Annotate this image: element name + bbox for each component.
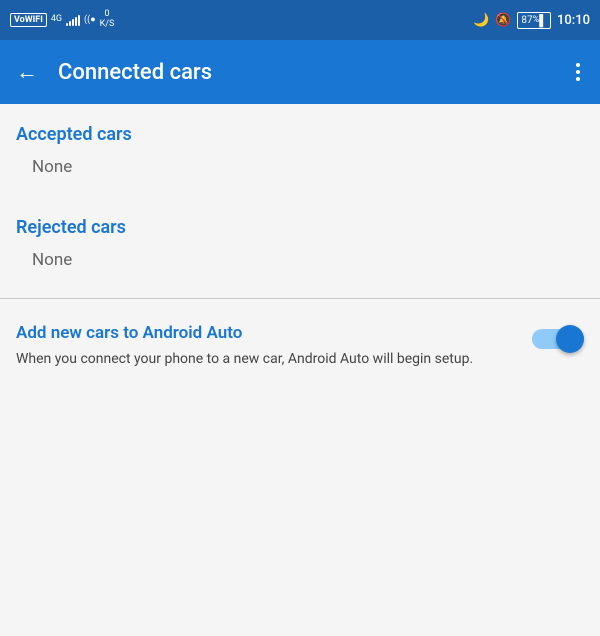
section-divider (0, 298, 600, 299)
page-title: Connected cars (58, 60, 212, 85)
toggle-text-area: Add new cars to Android Auto When you co… (16, 323, 516, 370)
time-display: 10:10 (557, 13, 590, 28)
status-bar: VoWIFI 4G ((● 0 K/S 🌙 🔕 87 % ▌ 10:10 (0, 0, 600, 40)
bell-icon: 🔕 (495, 13, 511, 28)
status-right: 🌙 🔕 87 % ▌ 10:10 (473, 12, 590, 29)
wifi-icon: ((● (84, 15, 96, 26)
more-dot-3 (576, 77, 580, 81)
battery-indicator: 87 % ▌ (517, 12, 551, 29)
signal-icon (66, 14, 80, 26)
signal-bar-2 (69, 21, 71, 26)
accepted-cars-value: None (32, 157, 584, 177)
app-bar-left: ← Connected cars (16, 59, 212, 85)
rejected-cars-title: Rejected cars (16, 217, 584, 238)
more-button[interactable] (572, 59, 584, 85)
rejected-cars-value: None (32, 250, 584, 270)
content-area: Accepted cars None Rejected cars None Ad… (0, 104, 600, 636)
toggle-title: Add new cars to Android Auto (16, 323, 516, 343)
signal-bar-4 (75, 17, 77, 26)
network-indicator: 4G (51, 15, 62, 25)
accepted-cars-section: Accepted cars None (0, 104, 600, 197)
toggle-description: When you connect your phone to a new car… (16, 349, 516, 370)
more-dot-1 (576, 63, 580, 67)
toggle-thumb (556, 325, 584, 353)
more-dot-2 (576, 70, 580, 74)
back-button[interactable]: ← (16, 59, 38, 85)
accepted-cars-title: Accepted cars (16, 124, 584, 145)
battery-level: 87 (521, 15, 532, 26)
network-type: 4G (51, 15, 62, 25)
moon-icon: 🌙 (473, 13, 489, 28)
add-cars-toggle[interactable] (532, 325, 584, 353)
add-cars-toggle-section: Add new cars to Android Auto When you co… (0, 307, 600, 386)
signal-bar-1 (66, 23, 68, 26)
data-speed: 0 K/S (100, 10, 115, 30)
signal-bar-5 (78, 15, 80, 26)
status-left: VoWIFI 4G ((● 0 K/S (10, 10, 114, 30)
vowifi-label: VoWIFI (10, 13, 47, 27)
app-bar: ← Connected cars (0, 40, 600, 104)
signal-bar-3 (72, 19, 74, 26)
rejected-cars-section: Rejected cars None (0, 197, 600, 290)
